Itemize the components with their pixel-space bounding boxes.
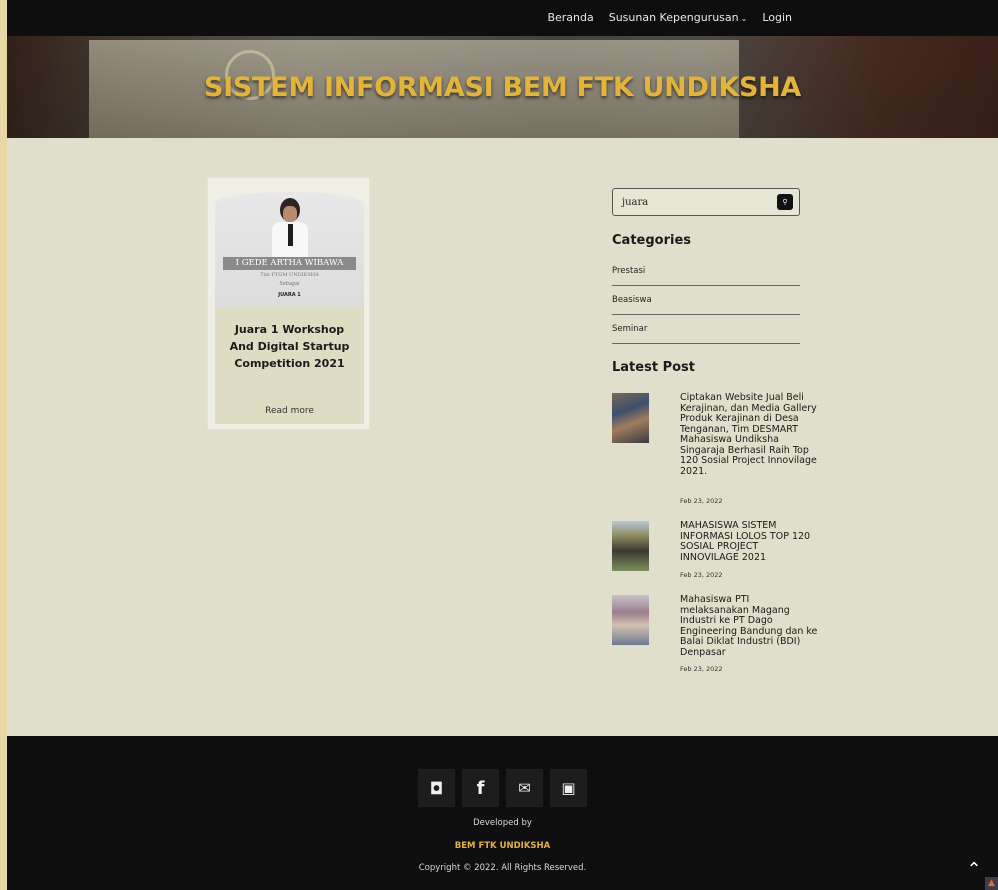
site-title: SISTEM INFORMASI BEM FTK UNDIKSHA (204, 72, 801, 103)
post-title[interactable]: Juara 1 Workshop And Digital Startup Com… (221, 321, 358, 372)
latest-post-item[interactable]: Mahasiswa PTI melaksanakan Magang Indust… (612, 594, 817, 675)
thumbnail-award: JUARA 1 (278, 292, 301, 298)
latest-post-date: Feb 23, 2022 (680, 665, 723, 673)
person-photo (272, 198, 308, 258)
search-icon: ⚲ (782, 198, 788, 206)
latest-post-date: Feb 23, 2022 (680, 497, 723, 505)
latest-post-title[interactable]: Mahasiswa PTI melaksanakan Magang Indust… (680, 594, 820, 658)
page: Beranda Susunan Kepengurusan ⌄ Login SIST… (7, 0, 998, 890)
post-thumbnail[interactable]: I GEDE ARTHA WIBAWA Tim FTGM UNDIKSHA Se… (215, 192, 364, 307)
thumbnail-name: I GEDE ARTHA WIBAWA (223, 257, 356, 270)
category-item-seminar[interactable]: Seminar (612, 315, 800, 344)
top-navbar: Beranda Susunan Kepengurusan ⌄ Login (7, 0, 998, 36)
nav-item-login[interactable]: Login (762, 11, 792, 24)
youtube-icon[interactable]: ▣ (550, 769, 587, 807)
nav-item-susunan-kepengurusan[interactable]: Susunan Kepengurusan ⌄ (609, 11, 748, 24)
post-card[interactable]: I GEDE ARTHA WIBAWA Tim FTGM UNDIKSHA Se… (207, 177, 370, 430)
category-item-beasiswa[interactable]: Beasiswa (612, 286, 800, 315)
footer: ◘ f ✉ ▣ Developed by BEM FTK UNDIKSHA Co… (7, 736, 998, 890)
thumbnail-caption: Sebagai (279, 281, 300, 287)
latest-post-heading: Latest Post (612, 360, 695, 375)
post-card-body: Juara 1 Workshop And Digital Startup Com… (215, 307, 364, 424)
latest-post-item[interactable]: MAHASISWA SISTEM INFORMASI LOLOS TOP 120… (612, 520, 812, 581)
footer-brand[interactable]: BEM FTK UNDIKSHA (7, 841, 998, 851)
read-more-link[interactable]: Read more (215, 406, 364, 416)
latest-post-thumbnail[interactable] (612, 595, 649, 645)
nav-item-label: Susunan Kepengurusan (608, 11, 739, 24)
chevron-down-icon: ⌄ (740, 14, 748, 23)
hero-banner: SISTEM INFORMASI BEM FTK UNDIKSHA (7, 36, 998, 138)
latest-post-title[interactable]: MAHASISWA SISTEM INFORMASI LOLOS TOP 120… (680, 520, 820, 563)
instagram-icon[interactable]: ◘ (418, 769, 455, 807)
flame-icon[interactable]: ▲ (985, 877, 998, 890)
latest-post-thumbnail[interactable] (612, 521, 649, 571)
mail-icon[interactable]: ✉ (506, 769, 543, 807)
search-button[interactable]: ⚲ (777, 194, 793, 210)
latest-post-date: Feb 23, 2022 (680, 571, 723, 579)
thumbnail-subtitle: Tim FTGM UNDIKSHA (260, 272, 319, 278)
copyright-text: Copyright © 2022. All Rights Reserved. (418, 863, 587, 873)
nav-menu: Beranda Susunan Kepengurusan ⌄ Login (547, 11, 792, 24)
category-item-prestasi[interactable]: Prestasi (612, 257, 800, 286)
facebook-icon[interactable]: f (462, 769, 499, 807)
search-input[interactable]: juara ⚲ (612, 188, 800, 216)
latest-post-title[interactable]: Ciptakan Website Jual Beli Kerajinan, da… (680, 392, 820, 477)
latest-post-item[interactable]: Ciptakan Website Jual Beli Kerajinan, da… (612, 392, 817, 508)
latest-post-thumbnail[interactable] (612, 393, 649, 443)
search-input-value: juara (622, 197, 649, 208)
nav-item-beranda[interactable]: Beranda (547, 11, 593, 24)
categories-heading: Categories (612, 233, 692, 248)
scroll-to-top-icon[interactable]: ⌃ (962, 860, 986, 886)
social-links: ◘ f ✉ ▣ (418, 769, 587, 807)
developed-by-text: Developed by (473, 818, 532, 828)
